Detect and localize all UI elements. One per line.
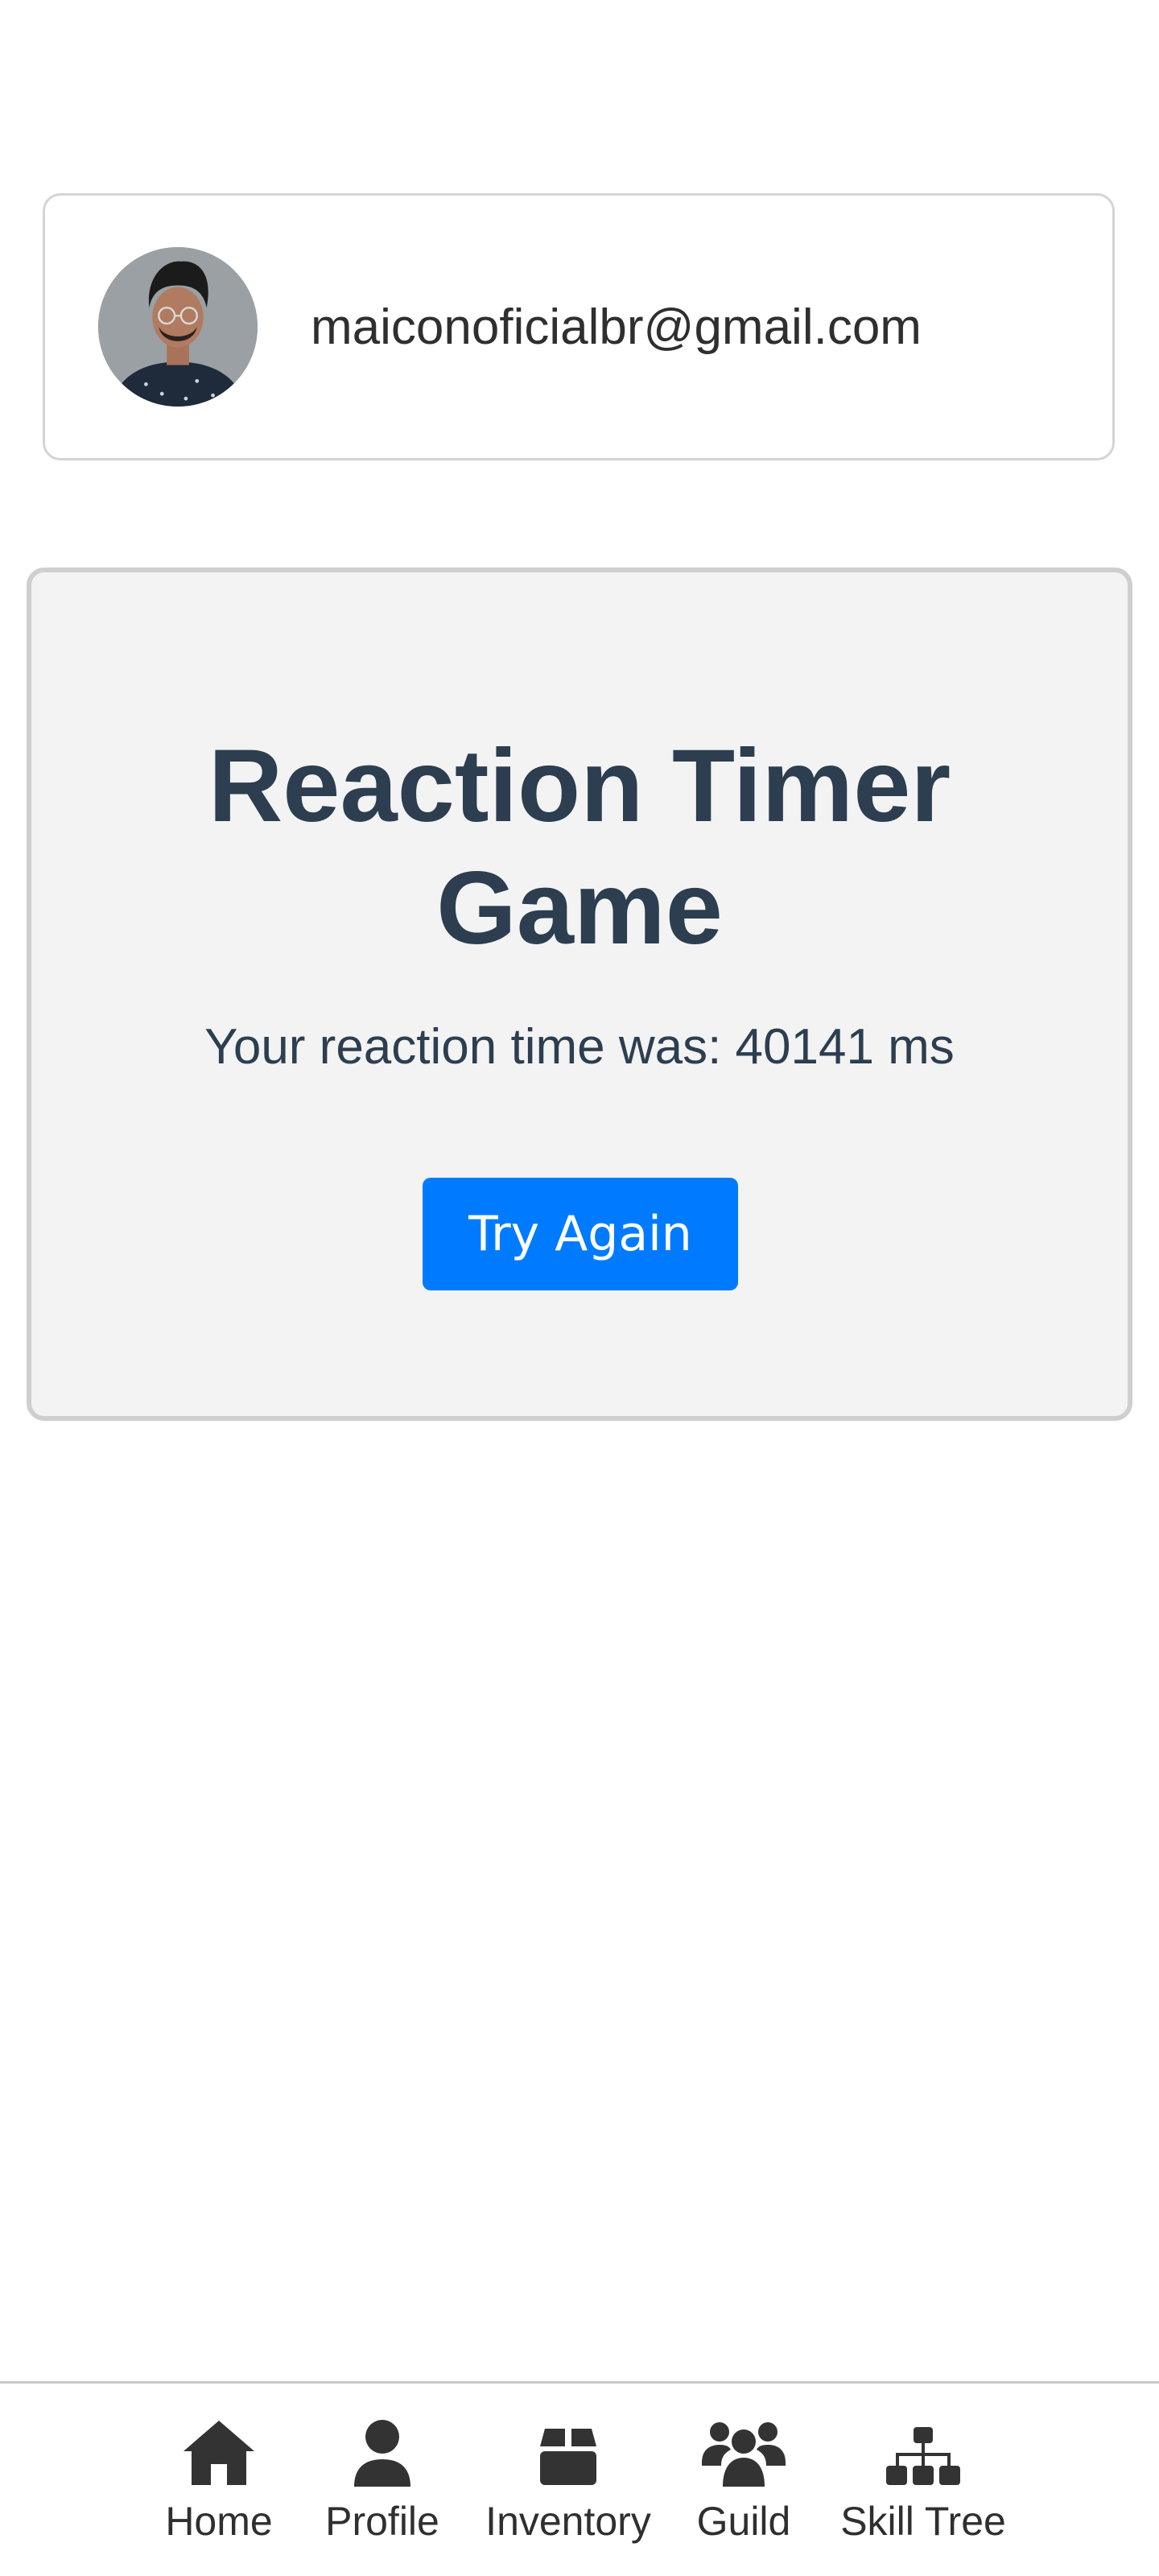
nav-label-inventory: Inventory xyxy=(485,2499,651,2544)
users-icon xyxy=(702,2419,786,2487)
sitemap-icon xyxy=(886,2419,960,2487)
nav-label-guild: Guild xyxy=(696,2499,791,2544)
user-email: maiconoficialbr@gmail.com xyxy=(311,299,922,355)
avatar xyxy=(98,247,258,407)
reaction-time-text: Your reaction time was: 40141 ms xyxy=(204,1019,955,1075)
user-card: maiconoficialbr@gmail.com xyxy=(43,193,1115,460)
nav-label-profile: Profile xyxy=(325,2499,439,2544)
home-icon xyxy=(180,2419,258,2487)
nav-item-skill-tree[interactable]: Skill Tree xyxy=(840,2384,1006,2569)
nav-label-skill-tree: Skill Tree xyxy=(840,2499,1006,2544)
try-again-button[interactable]: Try Again xyxy=(423,1178,738,1290)
nav-label-home: Home xyxy=(165,2499,273,2544)
nav-item-home[interactable]: Home xyxy=(165,2384,273,2569)
user-icon xyxy=(353,2419,412,2487)
game-title: Reaction Timer Game xyxy=(208,729,951,966)
avatar-image xyxy=(98,247,258,407)
box-icon xyxy=(538,2419,598,2487)
nav-item-profile[interactable]: Profile xyxy=(325,2384,439,2569)
nav-item-inventory[interactable]: Inventory xyxy=(485,2384,651,2569)
game-card: Reaction Timer Game Your reaction time w… xyxy=(27,568,1132,1421)
bottom-nav: Home Profile Inventory Guild Skill Tree xyxy=(0,2381,1159,2576)
nav-item-guild[interactable]: Guild xyxy=(694,2384,794,2569)
